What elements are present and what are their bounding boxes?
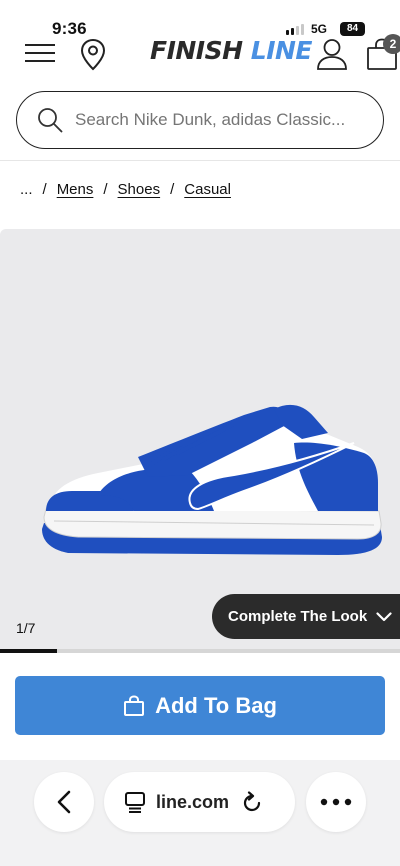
header-divider <box>0 160 400 161</box>
breadcrumb-separator: / <box>103 181 108 198</box>
breadcrumb-ellipsis[interactable]: ... <box>20 181 33 198</box>
product-image-sneaker <box>42 404 382 555</box>
breadcrumb: ... / Mens / Shoes / Casual <box>20 181 231 198</box>
search-input[interactable] <box>75 110 365 130</box>
breadcrumb-casual[interactable]: Casual <box>184 181 231 198</box>
chevron-down-icon <box>376 611 392 621</box>
back-icon <box>57 790 71 814</box>
brand-part1: FINISH <box>150 36 243 65</box>
image-counter: 1/7 <box>16 620 36 636</box>
more-button[interactable] <box>306 772 366 832</box>
brand-logo[interactable]: FINISH LINE <box>150 36 313 65</box>
site-header: FINISH LINE 2 <box>0 34 400 86</box>
search-icon <box>38 108 63 133</box>
status-bar: 9:36 5G 84 <box>0 0 400 38</box>
add-to-bag-button[interactable]: Add To Bag <box>15 676 385 735</box>
complete-the-look-label: Complete The Look <box>228 608 368 625</box>
gallery-progress <box>0 649 400 653</box>
reader-icon[interactable] <box>124 791 146 813</box>
breadcrumb-separator: / <box>170 181 175 198</box>
breadcrumb-separator: / <box>42 181 47 198</box>
account-icon[interactable] <box>315 37 349 71</box>
menu-icon[interactable] <box>25 42 55 64</box>
url-text: line.com <box>156 791 230 812</box>
breadcrumb-shoes[interactable]: Shoes <box>118 181 161 198</box>
location-pin-icon[interactable] <box>80 38 106 72</box>
bag-icon <box>124 694 145 716</box>
breadcrumb-mens[interactable]: Mens <box>57 181 94 198</box>
complete-the-look-button[interactable]: Complete The Look <box>212 594 400 639</box>
browser-toolbar: line.com <box>0 760 400 866</box>
back-button[interactable] <box>34 772 94 832</box>
gallery-progress-fill <box>0 649 58 653</box>
reload-icon[interactable] <box>241 791 263 813</box>
add-to-bag-label: Add To Bag <box>155 692 277 718</box>
cart-count-badge: 2 <box>383 34 400 54</box>
more-icon <box>320 798 352 806</box>
address-bar[interactable]: line.com <box>104 772 295 832</box>
product-image-gallery[interactable]: 1/7 Complete The Look <box>0 229 400 653</box>
search-bar[interactable] <box>16 91 384 149</box>
brand-part2: LINE <box>250 36 313 65</box>
